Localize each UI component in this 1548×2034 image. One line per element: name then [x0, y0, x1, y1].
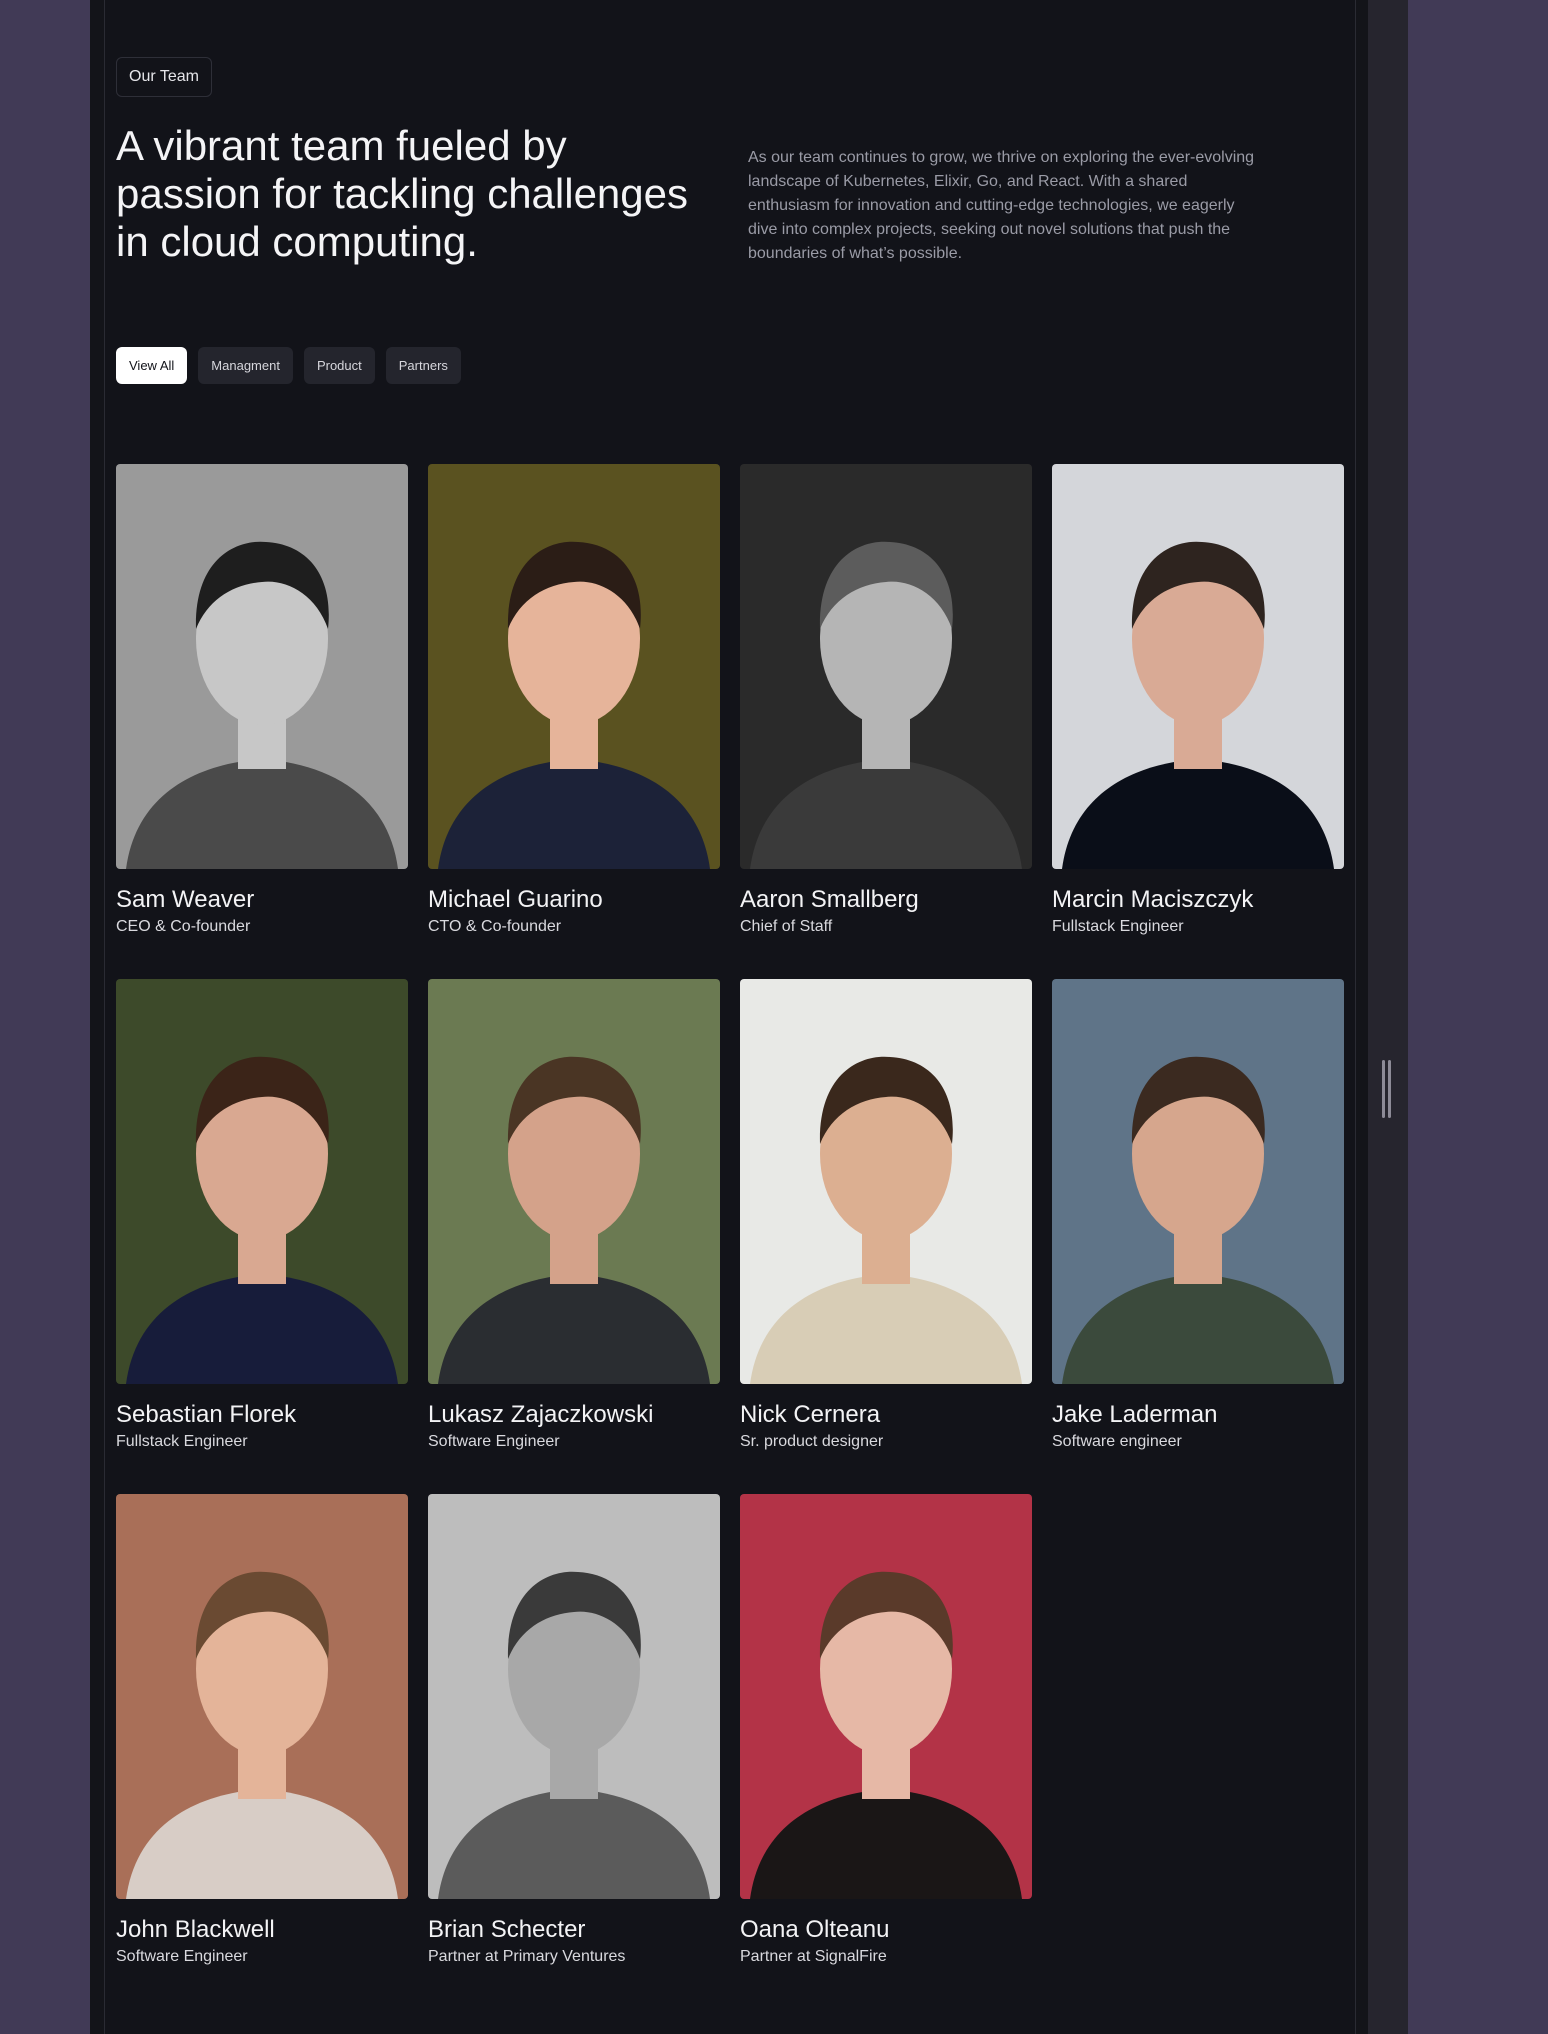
portrait-image [1052, 464, 1344, 869]
team-photo [116, 979, 408, 1384]
member-role: Software Engineer [116, 1948, 248, 1965]
member-name: Sebastian Florek [116, 1401, 297, 1428]
team-card[interactable]: Nick Cernera Sr. product designer [740, 979, 1032, 1452]
intro-text: As our team continues to grow, we thrive… [748, 149, 1255, 262]
team-photo [428, 1494, 720, 1899]
portrait-image [116, 1494, 408, 1899]
team-card[interactable]: John Blackwell Software Engineer [116, 1494, 408, 1967]
portrait-image [116, 979, 408, 1384]
right-panel-strip [1368, 0, 1408, 2034]
team-grid: Sam Weaver CEO & Co-founder Michael Guar… [116, 464, 1344, 1967]
member-name: John Blackwell [116, 1916, 275, 1943]
member-role: Partner at Primary Ventures [428, 1948, 626, 1965]
member-role: Chief of Staff [740, 918, 833, 935]
portrait-image [1052, 979, 1344, 1384]
member-name: Michael Guarino [428, 886, 603, 913]
team-photo [1052, 464, 1344, 869]
team-photo [428, 464, 720, 869]
team-card[interactable]: Michael Guarino CTO & Co-founder [428, 464, 720, 937]
team-card[interactable]: Sebastian Florek Fullstack Engineer [116, 979, 408, 1452]
member-name: Lukasz Zajaczkowski [428, 1401, 654, 1428]
team-photo [116, 464, 408, 869]
portrait-image [116, 464, 408, 869]
member-role: Sr. product designer [740, 1433, 884, 1450]
section-badge: Our Team [116, 57, 212, 97]
team-photo [1052, 979, 1344, 1384]
member-role: Partner at SignalFire [740, 1948, 887, 1965]
resize-handle-icon[interactable] [1380, 1060, 1394, 1118]
team-photo [740, 1494, 1032, 1899]
member-name: Nick Cernera [740, 1401, 881, 1428]
member-name: Brian Schecter [428, 1916, 586, 1943]
page-title: A vibrant team fueled by passion for tac… [116, 122, 689, 265]
portrait-image [740, 464, 1032, 869]
team-card[interactable]: Lukasz Zajaczkowski Software Engineer [428, 979, 720, 1452]
team-card[interactable]: Aaron Smallberg Chief of Staff [740, 464, 1032, 937]
team-card[interactable]: Oana Olteanu Partner at SignalFire [740, 1494, 1032, 1967]
member-role: Fullstack Engineer [116, 1433, 248, 1450]
portrait-image [428, 979, 720, 1384]
member-name: Aaron Smallberg [740, 886, 919, 913]
team-photo [428, 979, 720, 1384]
member-name: Jake Laderman [1052, 1401, 1218, 1428]
team-card[interactable]: Marcin Maciszczyk Fullstack Engineer [1052, 464, 1344, 937]
portrait-image [740, 1494, 1032, 1899]
team-card[interactable]: Jake Laderman Software engineer [1052, 979, 1344, 1452]
team-photo [740, 979, 1032, 1384]
member-role: Fullstack Engineer [1052, 918, 1184, 935]
member-role: Software engineer [1052, 1433, 1182, 1450]
filter-view-all[interactable]: View All [116, 347, 188, 384]
member-name: Oana Olteanu [740, 1916, 890, 1943]
member-role: Software Engineer [428, 1433, 560, 1450]
filter-management[interactable]: Managment [198, 347, 293, 384]
filter-product[interactable]: Product [303, 347, 375, 384]
team-card[interactable]: Sam Weaver CEO & Co-founder [116, 464, 408, 937]
member-name: Sam Weaver [116, 886, 255, 913]
portrait-image [428, 464, 720, 869]
team-photo [116, 1494, 408, 1899]
filter-tabs: View All Managment Product Partners [116, 347, 461, 384]
team-photo [740, 464, 1032, 869]
portrait-image [740, 979, 1032, 1384]
member-role: CEO & Co-founder [116, 918, 251, 935]
team-card[interactable]: Brian Schecter Partner at Primary Ventur… [428, 1494, 720, 1967]
portrait-image [428, 1494, 720, 1899]
member-role: CTO & Co-founder [428, 918, 562, 935]
member-name: Marcin Maciszczyk [1052, 886, 1254, 913]
filter-partners[interactable]: Partners [385, 347, 461, 384]
